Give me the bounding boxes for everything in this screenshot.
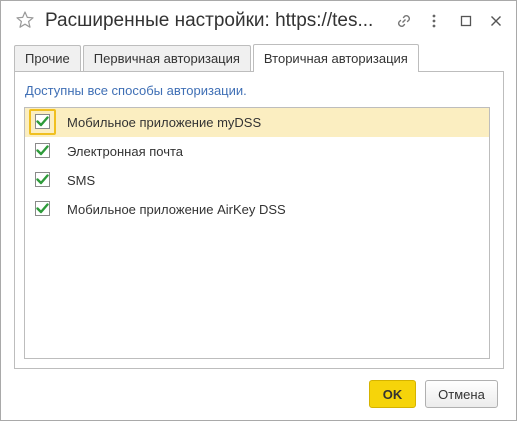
auth-hint-text: Доступны все способы авторизации. [25, 83, 247, 98]
cancel-button[interactable]: Отмена [425, 380, 498, 408]
checkmark-icon [36, 145, 49, 156]
checkmark-icon [36, 116, 49, 127]
checkbox[interactable] [35, 172, 50, 187]
list-item[interactable]: Мобильное приложение AirKey DSS [25, 195, 489, 224]
title-bar: Расширенные настройки: https://tes... [1, 1, 516, 41]
checkmark-icon [36, 203, 49, 214]
settings-window: Расширенные настройки: https://tes... Пр… [0, 0, 517, 421]
list-item-label: Мобильное приложение myDSS [67, 115, 262, 130]
list-item[interactable]: Электронная почта [25, 137, 489, 166]
close-icon[interactable] [486, 11, 506, 31]
tab-panel: Доступны все способы авторизации. Мобиль… [14, 71, 504, 369]
tab-label: Первичная авторизация [93, 51, 240, 66]
ok-button[interactable]: OK [369, 380, 416, 408]
list-item[interactable]: Мобильное приложение myDSS [25, 108, 489, 137]
list-item-label: SMS [67, 173, 96, 188]
list-item[interactable]: SMS [25, 166, 489, 195]
checkbox[interactable] [35, 114, 50, 129]
checkmark-icon [36, 174, 49, 185]
more-icon[interactable] [424, 11, 444, 31]
tab-bar: Прочие Первичная авторизация Вторичная а… [14, 44, 421, 72]
tab-label: Вторичная авторизация [263, 51, 408, 66]
list-item-label: Мобильное приложение AirKey DSS [67, 202, 286, 217]
tab-secondary-auth[interactable]: Вторичная авторизация [252, 44, 419, 72]
auth-methods-list: Мобильное приложение myDSS Электронная п… [24, 107, 490, 359]
tab-label: Прочие [25, 51, 70, 66]
star-icon[interactable] [15, 10, 35, 30]
checkbox[interactable] [35, 143, 50, 158]
maximize-icon[interactable] [456, 11, 476, 31]
tab-other[interactable]: Прочие [14, 45, 81, 71]
window-title: Расширенные настройки: https://tes... [45, 10, 374, 31]
tab-primary-auth[interactable]: Первичная авторизация [82, 45, 251, 71]
checkbox[interactable] [35, 201, 50, 216]
link-icon[interactable] [394, 11, 414, 31]
list-item-label: Электронная почта [67, 144, 184, 159]
